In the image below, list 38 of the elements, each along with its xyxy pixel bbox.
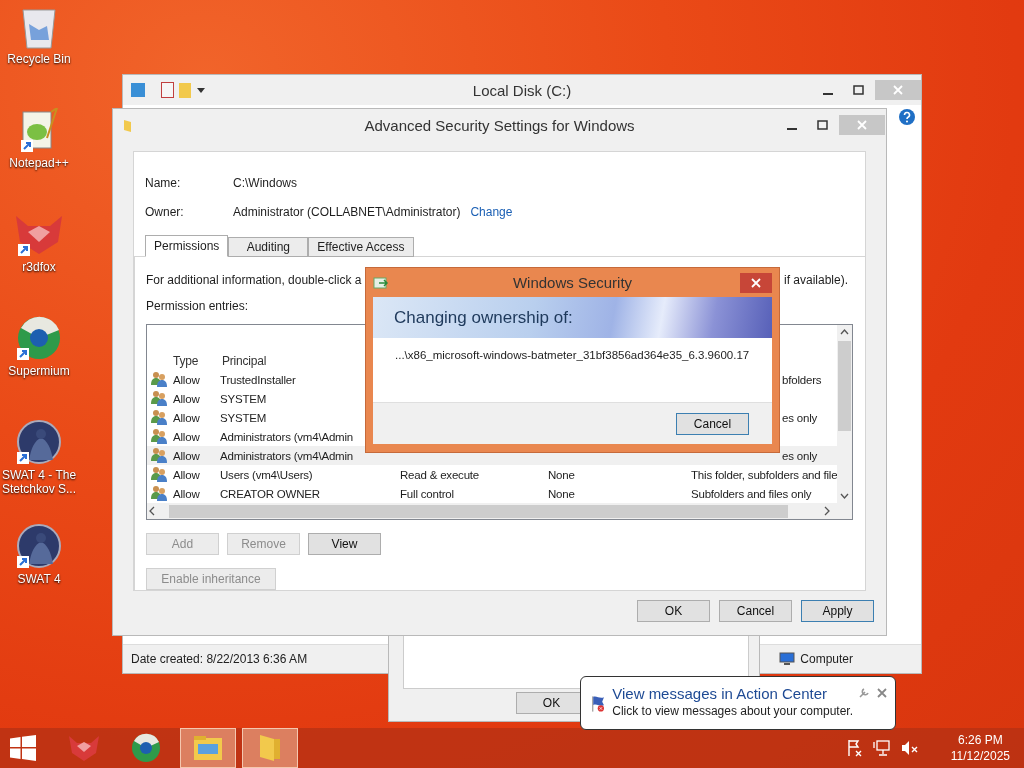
table-cell: SYSTEM: [220, 411, 267, 424]
table-cell: Full control: [400, 487, 454, 500]
section-label: Permission entries:: [146, 299, 249, 313]
table-cell: es only: [782, 449, 818, 462]
field-value: C:\Windows: [233, 175, 297, 190]
table-cell: Allow: [173, 373, 200, 386]
table-cell: Allow: [173, 392, 200, 405]
balloon-text: Click to view messages about your computer.: [612, 704, 853, 718]
table-cell: Allow: [173, 430, 200, 443]
window-title: Advanced Security Settings for Windows: [364, 116, 635, 134]
table-cell: This folder, subfolders and file: [691, 468, 838, 481]
table-cell: Subfolders and files only: [691, 487, 812, 500]
info-text: if available).: [783, 273, 848, 287]
window-title: Local Disk (C:): [472, 81, 572, 99]
field-label: Owner:: [145, 204, 185, 219]
balloon-title: View messages in Action Center: [612, 685, 829, 702]
table-cell: Administrators (vm4\Admin: [220, 430, 354, 443]
field-value: Administrator (COLLABNET\Administrator): [233, 204, 461, 219]
window-title: Windows Security: [512, 274, 633, 291]
table-cell: bfolders: [782, 373, 822, 386]
table-cell: Allow: [173, 487, 200, 500]
dialog-heading: Changing ownership of:: [394, 307, 573, 328]
table-cell: None: [548, 468, 575, 481]
table-cell: TrustedInstaller: [220, 373, 296, 386]
field-label: Name:: [145, 175, 182, 190]
table-cell: Read & execute: [400, 468, 480, 481]
info-text: For additional information, double-click a: [146, 273, 362, 287]
table-cell: Administrators (vm4\Admin: [220, 449, 354, 462]
file-path: ...\x86_microsoft-windows-batmeter_31bf3856ad364e35_6.3.9600.17: [395, 349, 751, 361]
table-cell: Allow: [173, 449, 200, 462]
table-cell: Allow: [173, 468, 200, 481]
status-text: Date created: 8/22/2013 6:36 AM: [131, 652, 308, 666]
table-cell: SYSTEM: [220, 392, 267, 405]
table-cell: Allow: [173, 411, 200, 424]
table-cell: None: [548, 487, 575, 500]
table-cell: CREATOR OWNER: [220, 487, 320, 500]
table-cell: es only: [782, 411, 818, 424]
table-cell: Users (vm4\Users): [220, 468, 313, 481]
